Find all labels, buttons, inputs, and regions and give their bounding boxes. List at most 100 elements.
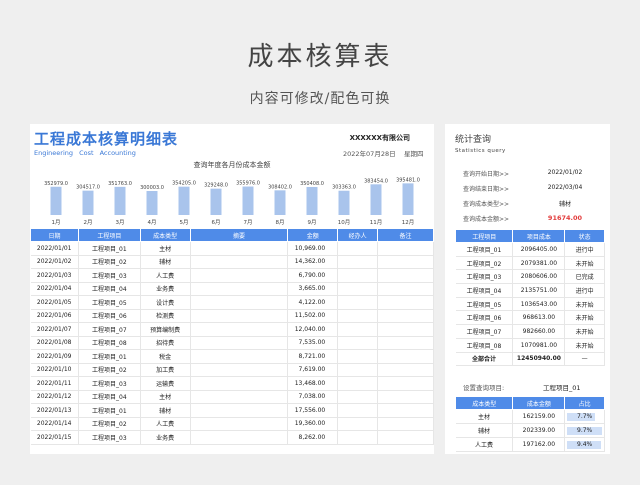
table-cell	[337, 241, 379, 256]
share-cell: 9.4%	[564, 437, 605, 452]
query-value[interactable]: 2022/01/02	[540, 169, 590, 176]
status-badge: 进行中	[564, 283, 605, 298]
query-value[interactable]: 2022/03/04	[540, 184, 590, 191]
project-selector-label: 设置查询项目:	[463, 384, 505, 392]
table-cell: 工程项目_01	[78, 241, 141, 256]
column-header: 状态	[564, 229, 605, 243]
bar-value-label: 300003.0	[140, 185, 164, 191]
project-status-table: 工程项目 项目成本 状态 工程项目_01 2096405.00 进行中 工程项目_02 20…	[454, 229, 605, 367]
detail-panel: 工程成本核算明细表 Engineering Cost Accounting XX…	[30, 124, 434, 454]
table-cell: 1036543.00	[512, 297, 566, 312]
table-cell	[337, 336, 379, 350]
table-row: 辅材 202339.00 9.7%	[455, 423, 605, 438]
table-row: 2022/01/02 工程项目_02 辅材 14,362.00	[30, 255, 434, 269]
stat-header-row: 工程项目 项目成本 状态	[454, 229, 605, 243]
query-label: 查询成本类型>>	[463, 201, 510, 208]
bar-value-label: 350408.0	[300, 181, 324, 187]
table-row: 工程项目_06 968613.00 未开始	[455, 310, 605, 326]
table-cell: 19,360.00	[287, 417, 339, 431]
table-cell: 工程项目_08	[78, 336, 141, 350]
table-cell	[377, 255, 434, 269]
table-cell	[337, 309, 379, 323]
table-cell	[377, 268, 434, 283]
monthly-cost-chart: 352979.0 1月 304517.0 2月 351763.0 3月 300003.0 4月…	[44, 177, 420, 226]
column-header: 工程项目	[77, 228, 141, 242]
table-row: 2022/01/10 工程项目_02 加工费 7,619.00	[30, 363, 434, 377]
x-tick-label: 10月	[338, 219, 351, 226]
table-cell	[377, 282, 434, 296]
x-tick-label: 1月	[52, 219, 61, 226]
table-cell	[377, 430, 434, 445]
table-cell: 运输费	[140, 376, 191, 391]
table-cell: 2022/01/04	[30, 282, 79, 296]
share-percent: 9.7%	[577, 427, 593, 434]
table-cell: 工程项目_04	[78, 282, 141, 296]
table-row: 2022/01/04 工程项目_04 业务费 3,665.00	[30, 282, 434, 296]
table-cell	[337, 403, 379, 418]
table-cell: 162159.00	[512, 409, 566, 424]
x-tick-label: 9月	[308, 219, 317, 226]
table-cell: 工程项目_03	[78, 430, 141, 445]
table-cell: 2022/01/12	[30, 390, 79, 404]
sheet-subtitle: Engineering Cost Accounting	[34, 149, 136, 157]
table-cell	[190, 363, 289, 377]
table-row: 2022/01/08 工程项目_08 招待费 7,535.00	[30, 336, 434, 350]
table-cell: 工程项目_02	[78, 417, 141, 431]
x-tick-label: 8月	[276, 219, 285, 226]
project-selector[interactable]: 设置查询项目: 工程项目_01	[463, 382, 581, 392]
x-tick-label: 3月	[116, 219, 125, 226]
table-cell: 968613.00	[512, 310, 566, 326]
table-cell	[377, 417, 434, 431]
table-cell	[190, 403, 289, 418]
table-row: 人工费 197162.00 9.4%	[455, 437, 605, 452]
status-badge: —	[564, 352, 605, 367]
table-cell	[337, 417, 379, 431]
table-cell	[190, 390, 289, 404]
table-cell: 工程项目_03	[78, 268, 141, 283]
table-cell	[337, 282, 379, 296]
chart-bar	[370, 184, 382, 215]
table-cell: 工程项目_04	[78, 390, 141, 404]
query-row: 查询成本金额>> 91674.00	[445, 211, 610, 224]
table-cell	[377, 309, 434, 323]
table-cell: 7,535.00	[287, 336, 339, 350]
x-tick-label: 2月	[84, 219, 93, 226]
query-value[interactable]: 91674.00	[540, 214, 590, 222]
x-tick-label: 7月	[244, 219, 253, 226]
x-tick-label: 11月	[370, 219, 383, 226]
table-cell	[190, 349, 289, 364]
table-row: 工程项目_03 2080606.00 已完成	[455, 269, 605, 285]
chart-bar	[146, 190, 158, 215]
project-selector-value[interactable]: 工程项目_01	[543, 382, 623, 392]
table-cell: 主材	[455, 409, 514, 424]
column-header: 工程项目	[454, 229, 514, 243]
table-cell: 工程项目_02	[455, 256, 514, 271]
column-header: 备注	[377, 228, 434, 242]
chart-bar	[50, 186, 62, 215]
status-badge: 未开始	[564, 297, 605, 312]
query-value[interactable]: 辅材	[540, 199, 590, 208]
table-cell	[337, 349, 379, 364]
table-cell	[190, 430, 289, 445]
table-cell: 检测费	[140, 309, 191, 323]
table-cell	[377, 349, 434, 364]
table-cell: 工程项目_01	[455, 242, 514, 257]
x-tick-label: 5月	[180, 219, 189, 226]
chart-bar	[82, 190, 94, 215]
table-cell	[190, 255, 289, 269]
bar-value-label: 308402.0	[268, 184, 292, 190]
table-cell	[377, 322, 434, 337]
table-cell: 2022/01/05	[30, 295, 79, 310]
table-cell: 2022/01/06	[30, 309, 79, 323]
status-badge: 未开始	[564, 338, 605, 353]
table-cell: 2022/01/09	[30, 349, 79, 364]
table-cell: 工程项目_01	[78, 403, 141, 418]
table-cell: 2022/01/03	[30, 268, 79, 283]
table-cell: 人工费	[455, 437, 514, 452]
table-cell	[337, 363, 379, 377]
column-header: 成本类型	[454, 396, 514, 410]
table-cell	[190, 241, 289, 256]
table-cell: 工程项目_02	[78, 255, 141, 269]
table-cell: 10,969.00	[287, 241, 339, 256]
table-cell: 2022/01/10	[30, 363, 79, 377]
